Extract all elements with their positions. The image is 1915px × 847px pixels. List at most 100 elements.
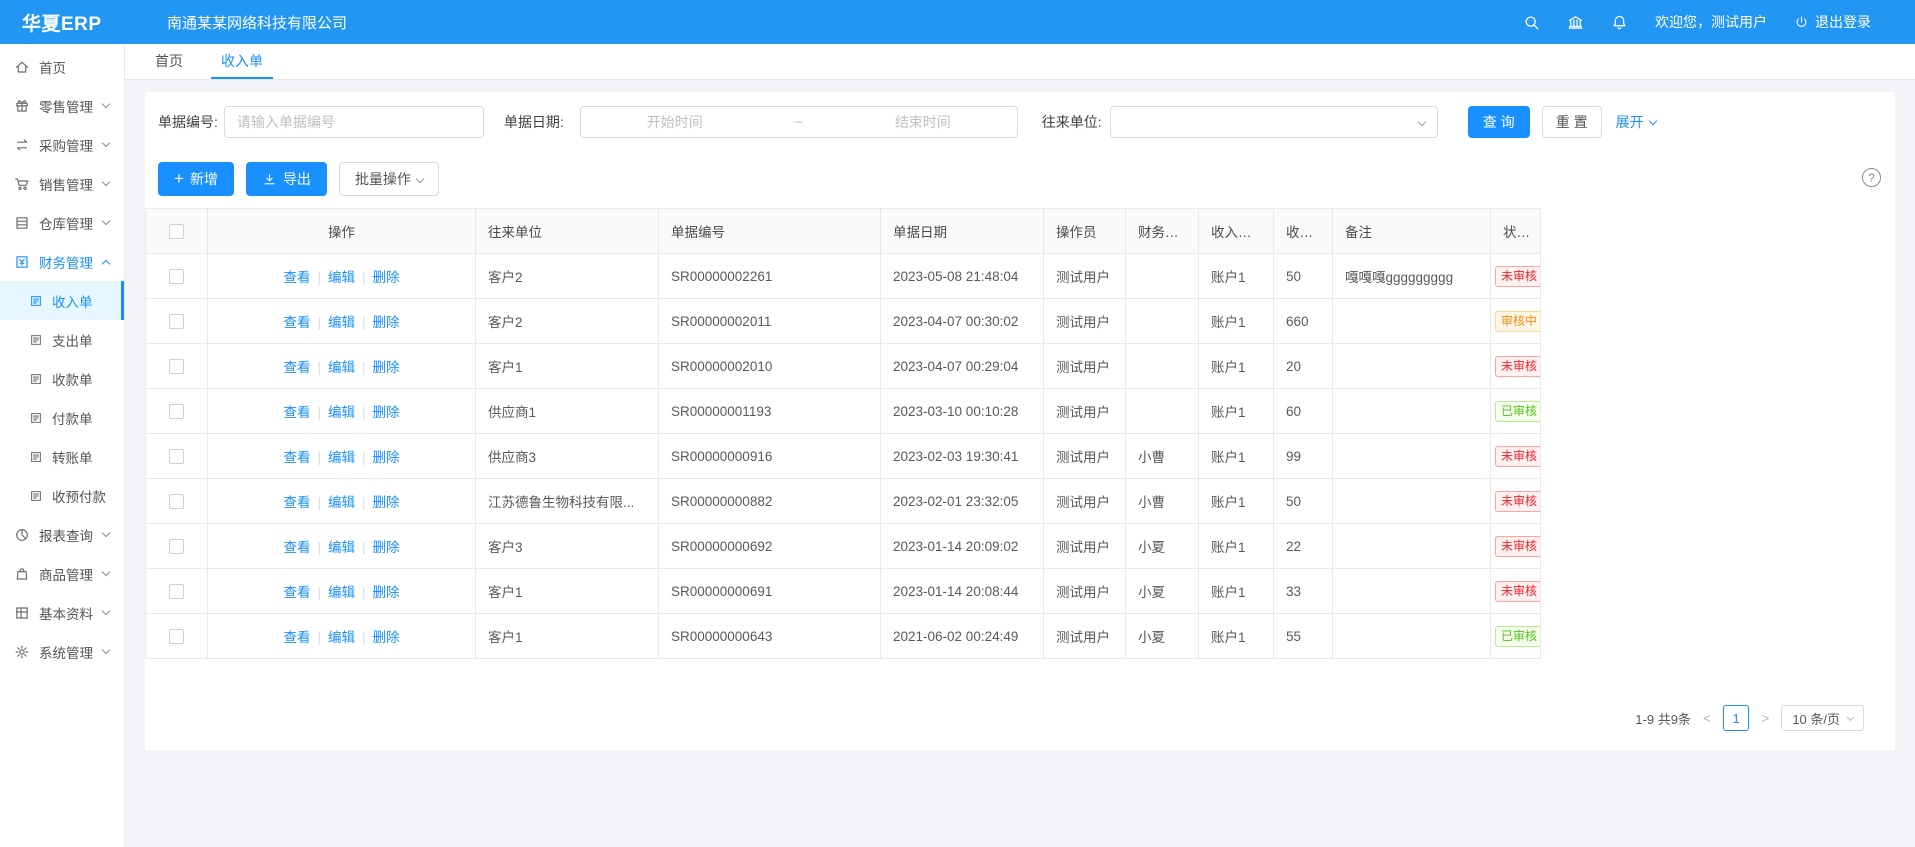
export-label: 导出 bbox=[283, 169, 311, 189]
view-link[interactable]: 查看 bbox=[283, 630, 310, 645]
partner-label: 往来单位: bbox=[1042, 112, 1102, 132]
amount-cell: 20 bbox=[1274, 344, 1333, 389]
edit-link[interactable]: 编辑 bbox=[328, 495, 355, 510]
status-badge: 未审核 bbox=[1495, 356, 1541, 377]
table-row: 查看|编辑|删除客户1SR000000006432021-06-02 00:24… bbox=[146, 614, 1541, 659]
delete-link[interactable]: 删除 bbox=[373, 405, 400, 420]
sidebar-item-prepayment[interactable]: 收预付款 bbox=[0, 476, 124, 515]
expand-label: 展开 bbox=[1616, 112, 1644, 132]
row-checkbox[interactable] bbox=[169, 314, 184, 329]
sidebar-item-expense-bill[interactable]: 支出单 bbox=[0, 320, 124, 359]
edit-link[interactable]: 编辑 bbox=[328, 540, 355, 555]
row-checkbox[interactable] bbox=[169, 269, 184, 284]
sidebar-item-label: 基本资料 bbox=[39, 603, 93, 623]
edit-link[interactable]: 编辑 bbox=[328, 315, 355, 330]
table-row: 查看|编辑|删除客户1SR000000020102023-04-07 00:29… bbox=[146, 344, 1541, 389]
delete-link[interactable]: 删除 bbox=[373, 585, 400, 600]
sidebar-item-reports[interactable]: 报表查询 bbox=[0, 515, 124, 554]
row-checkbox[interactable] bbox=[169, 584, 184, 599]
delete-link[interactable]: 删除 bbox=[373, 495, 400, 510]
row-checkbox[interactable] bbox=[169, 404, 184, 419]
search-button[interactable]: 查 询 bbox=[1468, 106, 1530, 138]
sidebar: 首页零售管理采购管理销售管理仓库管理财务管理收入单支出单收款单付款单转账单收预付… bbox=[0, 44, 125, 847]
sidebar-item-sales[interactable]: 销售管理 bbox=[0, 164, 124, 203]
sidebar-item-transfer-bill[interactable]: 转账单 bbox=[0, 437, 124, 476]
finance-staff-cell: 小夏 bbox=[1126, 569, 1199, 614]
action-separator: | bbox=[362, 495, 366, 510]
batch-actions-button[interactable]: 批量操作 bbox=[339, 162, 439, 196]
partner-select[interactable] bbox=[1110, 106, 1438, 138]
page-size-select[interactable]: 10 条/页 bbox=[1781, 705, 1864, 731]
logout-button[interactable]: 退出登录 bbox=[1794, 12, 1871, 32]
row-checkbox[interactable] bbox=[169, 494, 184, 509]
delete-link[interactable]: 删除 bbox=[373, 360, 400, 375]
delete-link[interactable]: 删除 bbox=[373, 540, 400, 555]
edit-link[interactable]: 编辑 bbox=[328, 360, 355, 375]
search-icon[interactable] bbox=[1523, 14, 1540, 31]
page-size-value: 10 条/页 bbox=[1792, 709, 1840, 728]
action-separator: | bbox=[362, 450, 366, 465]
bill-no-cell: SR00000000882 bbox=[659, 479, 881, 524]
delete-link[interactable]: 删除 bbox=[373, 630, 400, 645]
sidebar-item-payment-bill[interactable]: 付款单 bbox=[0, 398, 124, 437]
row-checkbox[interactable] bbox=[169, 359, 184, 374]
view-link[interactable]: 查看 bbox=[283, 270, 310, 285]
next-page-button[interactable]: > bbox=[1759, 710, 1771, 726]
table-row: 查看|编辑|删除客户2SR000000022612023-05-08 21:48… bbox=[146, 254, 1541, 299]
edit-link[interactable]: 编辑 bbox=[328, 405, 355, 420]
bill-no-cell: SR00000000691 bbox=[659, 569, 881, 614]
delete-link[interactable]: 删除 bbox=[373, 450, 400, 465]
select-all-checkbox[interactable] bbox=[169, 224, 184, 239]
report-icon bbox=[14, 527, 30, 543]
view-link[interactable]: 查看 bbox=[283, 495, 310, 510]
sidebar-item-warehouse[interactable]: 仓库管理 bbox=[0, 203, 124, 242]
table-row: 查看|编辑|删除江苏德鲁生物科技有限...SR000000008822023-0… bbox=[146, 479, 1541, 524]
edit-link[interactable]: 编辑 bbox=[328, 270, 355, 285]
sidebar-item-receipt-bill[interactable]: 收款单 bbox=[0, 359, 124, 398]
operator-cell: 测试用户 bbox=[1044, 434, 1126, 479]
date-label: 单据日期: bbox=[504, 112, 564, 132]
row-checkbox[interactable] bbox=[169, 539, 184, 554]
help-icon[interactable]: ? bbox=[1862, 168, 1881, 187]
prev-page-button[interactable]: < bbox=[1701, 710, 1713, 726]
action-separator: | bbox=[317, 360, 321, 375]
sidebar-item-purchase[interactable]: 采购管理 bbox=[0, 125, 124, 164]
edit-link[interactable]: 编辑 bbox=[328, 630, 355, 645]
row-checkbox[interactable] bbox=[169, 449, 184, 464]
view-link[interactable]: 查看 bbox=[283, 585, 310, 600]
bell-icon[interactable] bbox=[1611, 14, 1628, 31]
view-link[interactable]: 查看 bbox=[283, 405, 310, 420]
tab-income-bill[interactable]: 收入单 bbox=[211, 44, 273, 79]
page-1-button[interactable]: 1 bbox=[1723, 705, 1749, 731]
sidebar-item-system[interactable]: 系统管理 bbox=[0, 632, 124, 671]
sidebar-item-retail[interactable]: 零售管理 bbox=[0, 86, 124, 125]
expand-link[interactable]: 展开 bbox=[1616, 112, 1656, 132]
chevron-down-icon bbox=[102, 607, 110, 615]
sidebar-item-income-bill[interactable]: 收入单 bbox=[0, 281, 124, 320]
edit-link[interactable]: 编辑 bbox=[328, 585, 355, 600]
add-button[interactable]: + 新增 bbox=[158, 162, 234, 196]
row-actions-cell: 查看|编辑|删除 bbox=[208, 569, 476, 614]
delete-link[interactable]: 删除 bbox=[373, 270, 400, 285]
bank-icon[interactable] bbox=[1567, 14, 1584, 31]
reset-button[interactable]: 重 置 bbox=[1542, 106, 1602, 138]
date-cell: 2023-01-14 20:08:44 bbox=[881, 569, 1044, 614]
view-link[interactable]: 查看 bbox=[283, 315, 310, 330]
sidebar-item-basic-data[interactable]: 基本资料 bbox=[0, 593, 124, 632]
bill-no-input[interactable]: 请输入单据编号 bbox=[224, 106, 484, 138]
sidebar-item-goods[interactable]: 商品管理 bbox=[0, 554, 124, 593]
sidebar-item-label: 收预付款 bbox=[52, 486, 106, 506]
sidebar-item-finance[interactable]: 财务管理 bbox=[0, 242, 124, 281]
sidebar-item-home[interactable]: 首页 bbox=[0, 47, 124, 86]
date-range-input[interactable]: 开始时间 ~ 结束时间 bbox=[580, 106, 1018, 138]
chevron-down-icon bbox=[102, 178, 110, 186]
view-link[interactable]: 查看 bbox=[283, 540, 310, 555]
view-link[interactable]: 查看 bbox=[283, 360, 310, 375]
row-checkbox[interactable] bbox=[169, 629, 184, 644]
delete-link[interactable]: 删除 bbox=[373, 315, 400, 330]
view-link[interactable]: 查看 bbox=[283, 450, 310, 465]
export-button[interactable]: 导出 bbox=[246, 162, 327, 196]
tab-home[interactable]: 首页 bbox=[145, 44, 193, 79]
operator-cell: 测试用户 bbox=[1044, 344, 1126, 389]
edit-link[interactable]: 编辑 bbox=[328, 450, 355, 465]
